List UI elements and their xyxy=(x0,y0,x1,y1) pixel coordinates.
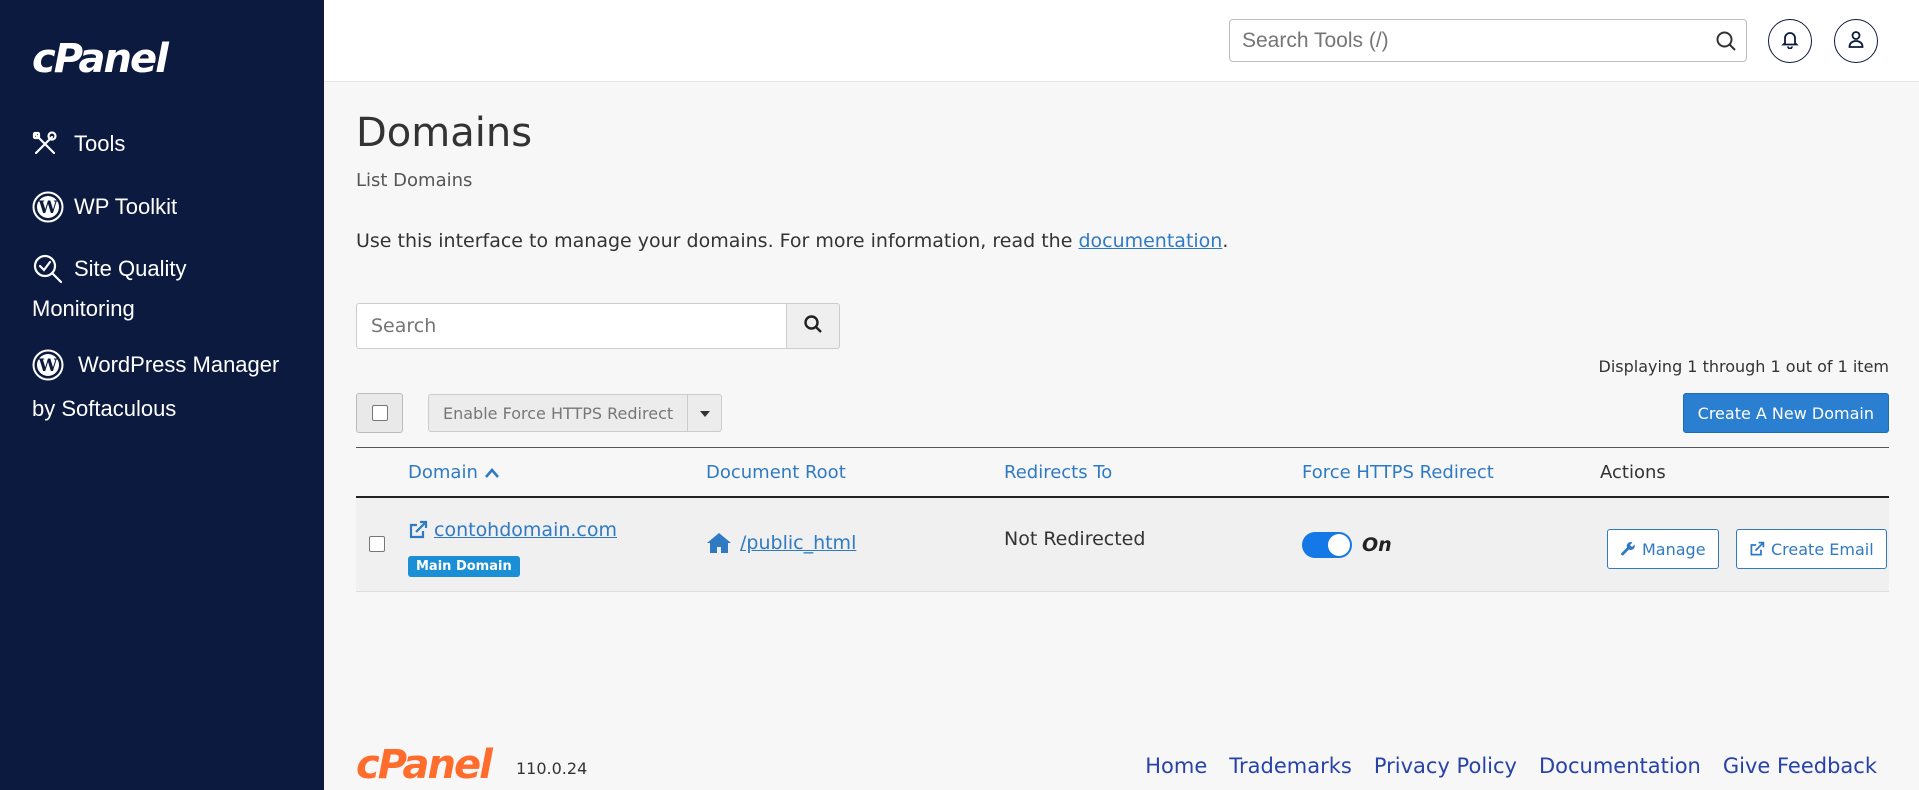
table-row: contohdomain.com Main Domain /public_htm… xyxy=(356,498,1889,592)
user-menu-button[interactable] xyxy=(1834,19,1878,63)
footer-link-give-feedback[interactable]: Give Feedback xyxy=(1723,754,1877,778)
search-icon xyxy=(803,314,823,339)
top-bar xyxy=(324,0,1919,82)
domain-link[interactable]: contohdomain.com xyxy=(408,519,617,541)
sidebar-item-label-2: by Softaculous xyxy=(32,396,177,421)
external-link-icon xyxy=(408,520,428,540)
svg-text:W: W xyxy=(37,198,58,218)
column-header-actions: Actions xyxy=(1600,462,1666,483)
domain-search-button[interactable] xyxy=(787,303,840,349)
enable-force-https-button[interactable]: Enable Force HTTPS Redirect xyxy=(428,394,689,432)
external-link-icon xyxy=(1749,541,1765,557)
domain-search xyxy=(356,303,840,349)
sidebar-item-label: WP Toolkit xyxy=(74,194,178,219)
bell-icon xyxy=(1780,29,1800,54)
page-subtitle: List Domains xyxy=(356,170,473,191)
documentation-link[interactable]: documentation xyxy=(1078,230,1222,252)
footer-link-documentation[interactable]: Documentation xyxy=(1539,754,1701,778)
sidebar-item-wp-toolkit[interactable]: W WP Toolkit xyxy=(32,187,302,227)
domain-search-input[interactable] xyxy=(356,303,788,349)
redirect-status: Not Redirected xyxy=(1004,528,1146,550)
force-https-toggle[interactable]: On xyxy=(1302,532,1392,558)
user-icon xyxy=(1846,29,1866,54)
footer-link-home[interactable]: Home xyxy=(1145,754,1207,778)
sidebar-item-wordpress-manager[interactable]: W WordPress Manager by Softaculous xyxy=(32,345,302,429)
row-checkbox[interactable] xyxy=(369,536,385,552)
home-icon xyxy=(706,532,732,554)
footer-link-privacy-policy[interactable]: Privacy Policy xyxy=(1374,754,1517,778)
sidebar-item-site-quality[interactable]: Site Quality Monitoring xyxy=(32,249,302,329)
sidebar-item-label: Tools xyxy=(74,131,126,156)
create-email-button[interactable]: Create Email xyxy=(1736,529,1887,569)
main-domain-badge: Main Domain xyxy=(408,556,520,577)
page-title: Domains xyxy=(356,110,533,156)
footer-links: Home Trademarks Privacy Policy Documenta… xyxy=(1145,754,1877,778)
column-header-redirects-to[interactable]: Redirects To xyxy=(1004,448,1112,497)
sidebar: cPanel Tools W WP Toolkit Site Quality M… xyxy=(0,0,324,790)
sort-asc-icon xyxy=(484,467,500,479)
table-header: Domain Document Root Redirects To Force … xyxy=(356,447,1889,498)
svg-text:W: W xyxy=(37,356,58,376)
site-quality-icon xyxy=(32,249,66,289)
footer-link-trademarks[interactable]: Trademarks xyxy=(1229,754,1352,778)
sidebar-item-label: WordPress Manager xyxy=(78,352,280,377)
cpanel-logo[interactable]: cPanel xyxy=(32,36,169,82)
pagination-info: Displaying 1 through 1 out of 1 item xyxy=(1598,357,1890,376)
toggle-switch[interactable] xyxy=(1302,532,1352,558)
sidebar-item-tools[interactable]: Tools xyxy=(32,124,302,164)
caret-down-icon xyxy=(699,404,710,422)
wrench-icon xyxy=(1620,541,1636,557)
tool-search xyxy=(1229,19,1747,62)
search-icon[interactable] xyxy=(1706,21,1746,61)
wordpress-icon: W xyxy=(32,345,66,385)
tool-search-input[interactable] xyxy=(1230,28,1706,53)
footer-cpanel-logo: cPanel xyxy=(356,742,493,788)
domains-table: Domain Document Root Redirects To Force … xyxy=(356,447,1889,592)
create-domain-button[interactable]: Create A New Domain xyxy=(1682,393,1889,433)
version-number: 110.0.24 xyxy=(516,759,588,778)
toggle-state-label: On xyxy=(1362,534,1392,556)
notifications-button[interactable] xyxy=(1768,19,1812,63)
force-https-group: Enable Force HTTPS Redirect xyxy=(428,394,723,432)
checkbox[interactable] xyxy=(371,405,388,421)
column-header-domain[interactable]: Domain xyxy=(408,448,500,497)
select-all-checkbox[interactable] xyxy=(356,393,403,433)
column-header-document-root[interactable]: Document Root xyxy=(706,448,846,497)
intro-text: Use this interface to manage your domain… xyxy=(356,230,1229,252)
manage-button[interactable]: Manage xyxy=(1607,529,1719,569)
sidebar-item-label-2: Monitoring xyxy=(32,296,135,321)
column-header-force-https[interactable]: Force HTTPS Redirect xyxy=(1302,448,1494,497)
wordpress-icon: W xyxy=(32,187,66,227)
tools-icon xyxy=(32,124,66,164)
sidebar-item-label: Site Quality xyxy=(74,256,187,281)
force-https-dropdown[interactable] xyxy=(688,394,723,432)
document-root-link[interactable]: /public_html xyxy=(706,532,856,554)
